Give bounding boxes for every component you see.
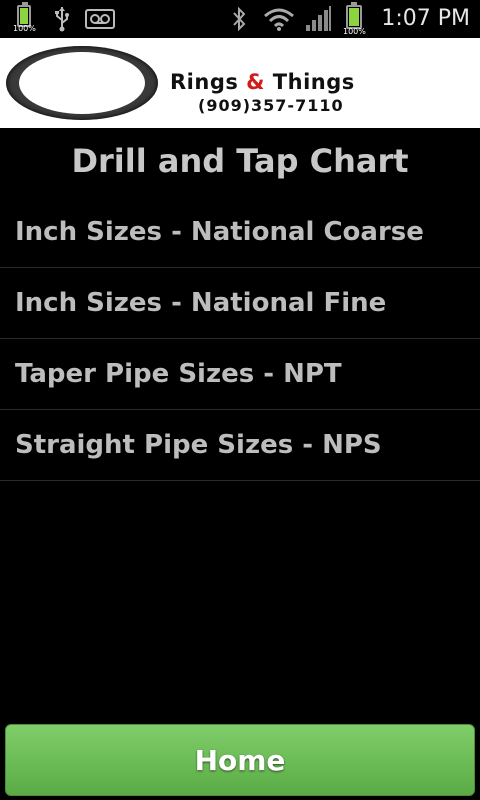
page-title: Drill and Tap Chart [71, 142, 409, 180]
ring-logo [6, 46, 158, 120]
wifi-icon [262, 0, 296, 38]
brand-name: Rings & Things [170, 70, 355, 94]
list-item-national-coarse[interactable]: Inch Sizes - National Coarse [0, 196, 480, 268]
battery-icon [346, 2, 362, 29]
list-item-taper-pipe-npt[interactable]: Taper Pipe Sizes - NPT [0, 339, 480, 410]
status-bar: 100% 100% 1:07 PM [0, 0, 480, 38]
bluetooth-icon [228, 0, 250, 38]
chart-list: Inch Sizes - National Coarse Inch Sizes … [0, 196, 480, 481]
voicemail-icon [84, 0, 116, 38]
list-item-national-fine[interactable]: Inch Sizes - National Fine [0, 268, 480, 339]
phone-number: (909)357-7110 [198, 96, 344, 115]
battery-percent-label: 100% [343, 27, 366, 36]
app-banner: Rings & Things (909)357-7110 [0, 38, 480, 128]
usb-icon [50, 0, 74, 38]
battery-percent-label: 100% [13, 24, 36, 33]
signal-icon [304, 0, 334, 38]
home-button[interactable]: Home [5, 724, 475, 796]
list-item-straight-pipe-nps[interactable]: Straight Pipe Sizes - NPS [0, 410, 480, 481]
status-time: 1:07 PM [381, 6, 470, 31]
